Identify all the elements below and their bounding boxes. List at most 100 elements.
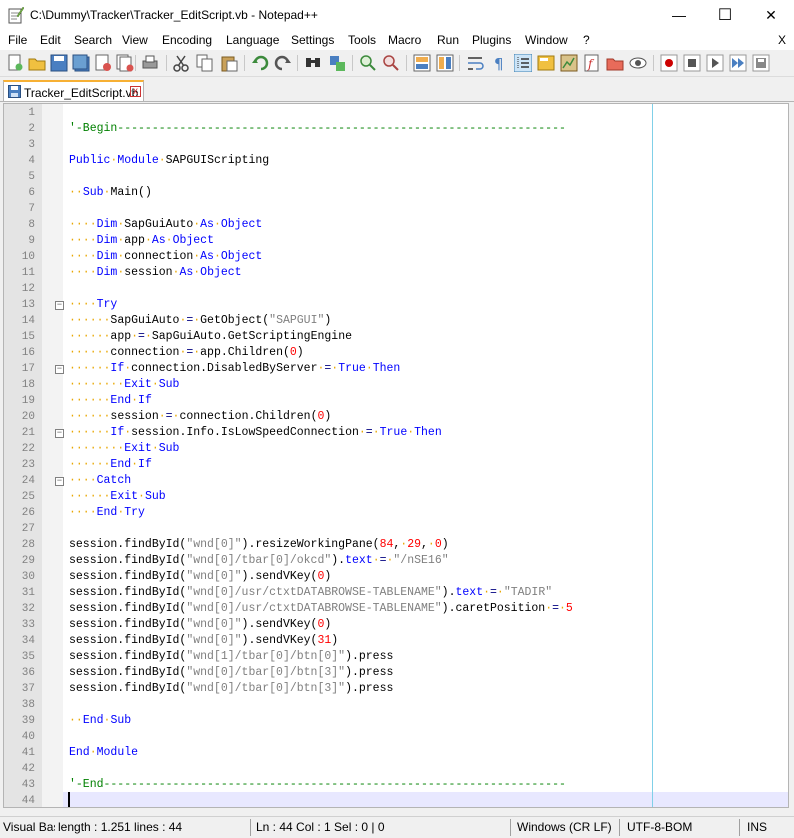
menu-file[interactable]: File (8, 33, 27, 47)
code-line[interactable]: 42 (4, 761, 788, 777)
code-line[interactable]: 20 ······session·=·connection.Children(0) (4, 409, 788, 425)
indent-guide-icon[interactable] (514, 54, 532, 72)
code-line[interactable]: 8 ····Dim·SapGuiAuto·As·Object (4, 217, 788, 233)
code-line[interactable]: 25 ······Exit·Sub (4, 489, 788, 505)
code-line[interactable]: 37 session.findById("wnd[0]/tbar[0]/btn[3… (4, 681, 788, 697)
stop-record-icon[interactable] (683, 54, 701, 72)
status-encoding[interactable]: UTF-8-BOM (627, 820, 727, 834)
close-window-button[interactable]: ✕ (748, 0, 794, 30)
code-line[interactable]: 35 session.findById("wnd[1]/tbar[0]/btn[0… (4, 649, 788, 665)
record-macro-icon[interactable] (660, 54, 678, 72)
code-line[interactable]: 15 ······app·=·SapGuiAuto.GetScriptingEng… (4, 329, 788, 345)
new-file-icon[interactable] (6, 54, 24, 72)
maximize-button[interactable]: ☐ (702, 0, 748, 30)
save-macro-icon[interactable] (752, 54, 770, 72)
menu-search[interactable]: Search (74, 33, 112, 47)
code-line[interactable]: 13 − ····Try (4, 297, 788, 313)
fold-toggle-icon[interactable]: − (55, 477, 64, 486)
code-line[interactable]: 2 '-Begin--------------------------------… (4, 121, 788, 137)
undo-icon[interactable] (251, 54, 269, 72)
close-icon[interactable] (94, 54, 112, 72)
copy-icon[interactable] (196, 54, 214, 72)
code-line[interactable]: 44 (4, 793, 788, 807)
cut-icon[interactable] (172, 54, 190, 72)
code-line[interactable]: 28 session.findById("wnd[0]").resizeWorki… (4, 537, 788, 553)
monitoring-icon[interactable] (629, 54, 647, 72)
folder-workspace-icon[interactable] (606, 54, 624, 72)
paste-icon[interactable] (220, 54, 238, 72)
close-all-icon[interactable] (116, 54, 134, 72)
code-line[interactable]: 31 session.findById("wnd[0]/usr/ctxtDATAB… (4, 585, 788, 601)
code-line[interactable]: 43 '-End---------------------------------… (4, 777, 788, 793)
code-line[interactable]: 38 (4, 697, 788, 713)
menu-run[interactable]: Run (437, 33, 459, 47)
code-line[interactable]: 34 session.findById("wnd[0]").sendVKey(31… (4, 633, 788, 649)
code-line[interactable]: 14 ······SapGuiAuto·=·GetObject("SAPGUI") (4, 313, 788, 329)
code-line[interactable]: 26 ····End·Try (4, 505, 788, 521)
code-line[interactable]: 22 ········Exit·Sub (4, 441, 788, 457)
run-macro-multiple-icon[interactable] (729, 54, 747, 72)
menu-edit[interactable]: Edit (40, 33, 61, 47)
code-line[interactable]: 24 − ····Catch (4, 473, 788, 489)
code-line[interactable]: 4 Public·Module·SAPGUIScripting (4, 153, 788, 169)
function-list-icon[interactable]: f (583, 54, 601, 72)
code-line[interactable]: 27 (4, 521, 788, 537)
code-line[interactable]: 7 (4, 201, 788, 217)
fold-toggle-icon[interactable]: − (55, 365, 64, 374)
doc-map-icon[interactable] (560, 54, 578, 72)
menu-macro[interactable]: Macro (388, 33, 421, 47)
status-insert-mode[interactable]: INS (747, 820, 787, 834)
code-line[interactable]: 1 (4, 105, 788, 121)
open-file-icon[interactable] (28, 54, 46, 72)
zoom-out-icon[interactable] (382, 54, 400, 72)
zoom-in-icon[interactable] (359, 54, 377, 72)
minimize-button[interactable]: — (656, 0, 702, 30)
sync-horizontal-icon[interactable] (436, 54, 454, 72)
sync-vertical-icon[interactable] (413, 54, 431, 72)
code-line[interactable]: 9 ····Dim·app·As·Object (4, 233, 788, 249)
status-eol[interactable]: Windows (CR LF) (517, 820, 617, 834)
code-line[interactable]: 6 ··Sub·Main() (4, 185, 788, 201)
code-line[interactable]: 23 ······End·If (4, 457, 788, 473)
code-line[interactable]: 41 End·Module (4, 745, 788, 761)
code-line[interactable]: 5 (4, 169, 788, 185)
find-icon[interactable] (304, 54, 322, 72)
code-line[interactable]: 19 ······End·If (4, 393, 788, 409)
udl-icon[interactable] (537, 54, 555, 72)
menu-help[interactable]: ? (583, 33, 590, 47)
menu-window[interactable]: Window (525, 33, 568, 47)
code-line[interactable]: 39 ··End·Sub (4, 713, 788, 729)
show-all-chars-icon[interactable]: ¶ (490, 54, 508, 72)
menu-settings[interactable]: Settings (291, 33, 334, 47)
play-macro-icon[interactable] (706, 54, 724, 72)
code-line[interactable]: 29 session.findById("wnd[0]/tbar[0]/okcd"… (4, 553, 788, 569)
code-line[interactable]: 17 − ······If·connection.DisabledByServer·… (4, 361, 788, 377)
code-line[interactable]: 40 (4, 729, 788, 745)
print-icon[interactable] (141, 54, 159, 72)
fold-toggle-icon[interactable]: − (55, 429, 64, 438)
replace-icon[interactable] (328, 54, 346, 72)
save-icon[interactable] (50, 54, 68, 72)
redo-icon[interactable] (274, 54, 292, 72)
code-line[interactable]: 33 session.findById("wnd[0]").sendVKey(0) (4, 617, 788, 633)
code-line[interactable]: 12 (4, 281, 788, 297)
code-line[interactable]: 32 session.findById("wnd[0]/usr/ctxtDATAB… (4, 601, 788, 617)
fold-toggle-icon[interactable]: − (55, 301, 64, 310)
word-wrap-icon[interactable] (466, 54, 484, 72)
code-line[interactable]: 36 session.findById("wnd[0]/tbar[0]/btn[3… (4, 665, 788, 681)
code-line[interactable]: 10 ····Dim·connection·As·Object (4, 249, 788, 265)
menu-tools[interactable]: Tools (348, 33, 376, 47)
code-line[interactable]: 16 ······connection·=·app.Children(0) (4, 345, 788, 361)
code-line[interactable]: 30 session.findById("wnd[0]").sendVKey(0) (4, 569, 788, 585)
code-line[interactable]: 21 − ······If·session.Info.IsLowSpeedConne… (4, 425, 788, 441)
menu-language[interactable]: Language (226, 33, 279, 47)
menu-encoding[interactable]: Encoding (162, 33, 212, 47)
code-editor[interactable]: 1 2 '-Begin-------------------------------… (3, 103, 789, 808)
tab-close-icon[interactable]: x (130, 86, 141, 97)
menu-view[interactable]: View (122, 33, 148, 47)
menu-plugins[interactable]: Plugins (472, 33, 511, 47)
code-line[interactable]: 11 ····Dim·session·As·Object (4, 265, 788, 281)
close-document-button[interactable]: X (778, 33, 786, 47)
tab-tracker-editscript[interactable]: Tracker_EditScript.vb x (3, 80, 144, 101)
code-line[interactable]: 18 ········Exit·Sub (4, 377, 788, 393)
